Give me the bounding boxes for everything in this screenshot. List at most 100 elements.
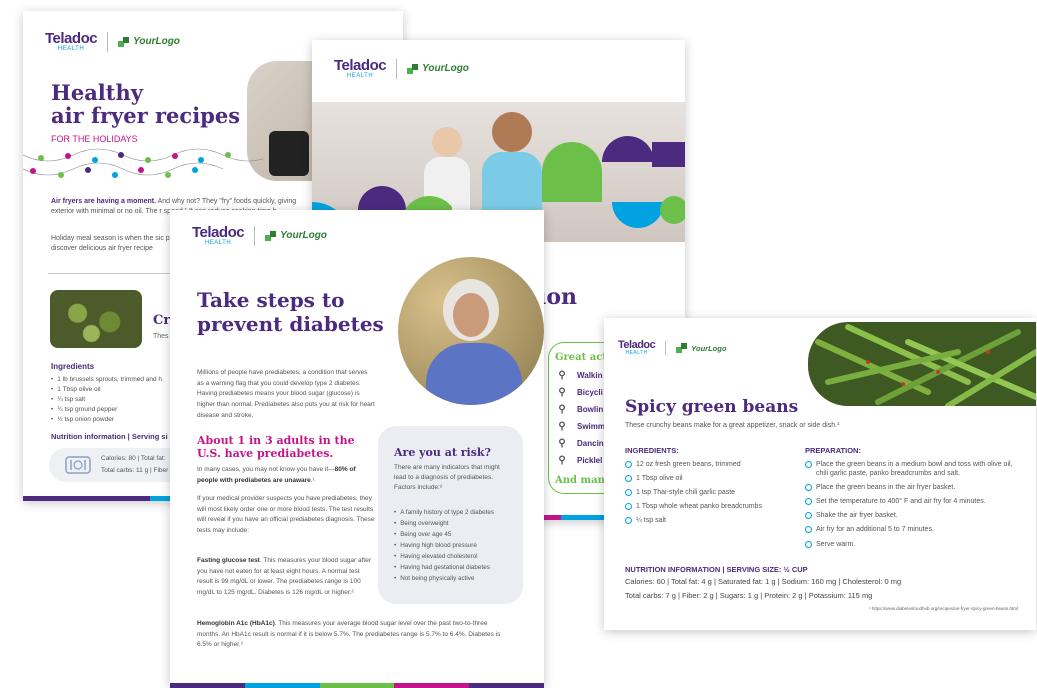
- prevent-diabetes-page: Teladoc HEALTH YourLogo Take steps to prev…: [170, 210, 544, 688]
- ingredients-list: 12 oz fresh green beans, trimmed 1 Tbsp o…: [625, 460, 805, 530]
- and-many-text: And many: [555, 475, 611, 486]
- yourlogo-mark-icon: [676, 343, 688, 353]
- preparation-step: Shake the air fryer basket.: [805, 511, 1015, 520]
- circle-bullet-icon: [805, 498, 812, 506]
- ingredients-heading: Ingredients: [51, 362, 95, 371]
- ingredient-item: ¼ tsp salt: [51, 395, 162, 405]
- risk-factors-list: A family history of type 2 diabetesBeing…: [394, 507, 519, 584]
- circle-bullet-icon: [625, 517, 632, 525]
- brand-header: Teladoc HEALTH YourLogo: [334, 58, 469, 79]
- ingredients-list: 1 lb brussels sprouts, trimmed and h1 Tb…: [51, 375, 162, 425]
- preparation-list: Place the green beans in a medium bowl a…: [805, 460, 1015, 554]
- nutrition-heading: Nutrition information | Serving si: [51, 432, 168, 441]
- page-subtitle: FOR THE HOLIDAYS: [51, 134, 138, 144]
- risk-heading: Are you at risk?: [394, 446, 491, 459]
- risk-factor-item: A family history of type 2 diabetes: [394, 507, 519, 518]
- circle-bullet-icon: [625, 489, 632, 497]
- circle-bullet-icon: [805, 526, 812, 534]
- yourlogo-logo: YourLogo: [118, 36, 180, 47]
- spicy-green-beans-page: Teladoc HEALTH YourLogo Spicy green beans…: [604, 318, 1036, 630]
- ingredient-item: ½ tsp onion powder: [51, 415, 162, 425]
- brand-header: Teladoc HEALTH YourLogo: [192, 225, 327, 246]
- bowling-icon: ⚲: [558, 404, 566, 415]
- risk-intro: There are many indicators that might lea…: [394, 464, 500, 492]
- activity-item: ⚲ Swimm: [555, 418, 605, 435]
- ingredient-item: 1 tsp Thai-style chili garlic paste: [625, 488, 805, 497]
- yourlogo-logo: YourLogo: [676, 343, 726, 353]
- bicycle-icon: ⚲: [558, 387, 566, 398]
- footer-color-bar: [170, 683, 544, 688]
- circle-bullet-icon: [805, 540, 812, 548]
- activity-item: ⚲ Picklel: [555, 452, 605, 469]
- nutrition-line-2: Total carbs: 11 g | Fiber: [101, 467, 169, 474]
- recipe-description: Thes: [153, 333, 169, 340]
- pickleball-icon: ⚲: [558, 455, 566, 466]
- teladoc-logo: Teladoc HEALTH: [45, 30, 98, 52]
- swimming-icon: ⚲: [558, 421, 566, 432]
- ingredient-item: ¼ tsp ground pepper: [51, 405, 162, 415]
- preparation-step: Place the green beans in a medium bowl a…: [805, 460, 1015, 478]
- risk-factor-item: Being overweight: [394, 518, 519, 529]
- page-title: Healthy air fryer recipes: [51, 80, 241, 129]
- recipe-subtitle: These crunchy beans make for a great app…: [625, 422, 840, 429]
- nutrition-line-1: Calories: 80 | Total fat:: [101, 455, 166, 462]
- plate-utensils-icon: [65, 456, 91, 474]
- activities-list: ⚲ Walkin ⚲ Bicycli ⚲ Bowlin ⚲ Swimm ⚲ Dancin ⚲ Pick…: [555, 367, 605, 469]
- stat-paragraph: In many cases, you may not know you have…: [197, 466, 356, 484]
- circle-bullet-icon: [625, 503, 632, 511]
- page-title: Take steps to prevent diabetes: [197, 288, 384, 336]
- preparation-step: Set the temperature to 400° F and air fr…: [805, 497, 1015, 506]
- risk-factor-item: Not being physically active: [394, 573, 519, 584]
- preparation-step: Air fry for an additional 5 to 7 minutes…: [805, 525, 1015, 534]
- circle-bullet-icon: [805, 484, 812, 492]
- preparation-heading: PREPARATION:: [805, 446, 861, 455]
- circle-bullet-icon: [805, 512, 812, 520]
- nutrition-line-2: Total carbs: 7 g | Fiber: 2 g | Sugars: …: [625, 591, 873, 600]
- nutrition-line-1: Calories: 60 | Total fat: 4 g | Saturate…: [625, 577, 902, 586]
- activity-item: ⚲ Bicycli: [555, 384, 605, 401]
- risk-box: Are you at risk? There are many indicato…: [378, 426, 523, 604]
- preparation-step: Serve warm.: [805, 540, 1015, 549]
- brand-header: Teladoc HEALTH YourLogo: [45, 31, 180, 52]
- yourlogo-mark-icon: [265, 230, 277, 241]
- circle-bullet-icon: [625, 475, 632, 483]
- yourlogo-mark-icon: [118, 36, 130, 47]
- dancing-icon: ⚲: [558, 438, 566, 449]
- yourlogo-logo: YourLogo: [265, 230, 327, 241]
- nutrition-heading: NUTRITION INFORMATION | SERVING SIZE: ½ …: [625, 565, 808, 574]
- ingredient-item: 1 Tbsp olive oil: [625, 474, 805, 483]
- walking-icon: ⚲: [558, 370, 566, 381]
- ingredient-item: 12 oz fresh green beans, trimmed: [625, 460, 805, 469]
- risk-factor-item: Having high blood pressure: [394, 540, 519, 551]
- yourlogo-mark-icon: [407, 63, 419, 74]
- teladoc-logo: Teladoc HEALTH: [192, 224, 245, 246]
- ingredients-heading: INGREDIENTS:: [625, 446, 679, 455]
- ingredient-item: ¼ tsp salt: [625, 516, 805, 525]
- activity-item: ⚲ Dancin: [555, 435, 605, 452]
- activity-item: ⚲ Walkin: [555, 367, 605, 384]
- preparation-step: Place the green beans in the air fryer b…: [805, 483, 1015, 492]
- circle-bullet-icon: [805, 461, 812, 468]
- risk-factor-item: Having had gestational diabetes: [394, 562, 519, 573]
- footnote: ¹ https://www.diabetesfoodhub.org/recipe…: [869, 606, 1018, 611]
- recipe-title: Spicy green beans: [625, 397, 799, 417]
- ingredient-item: 1 Tbsp olive oil: [51, 385, 162, 395]
- green-beans-photo: [808, 322, 1036, 406]
- holiday-garland: [23, 148, 263, 178]
- risk-factor-item: Being over age 45: [394, 529, 519, 540]
- ingredient-item: 1 lb brussels sprouts, trimmed and h: [51, 375, 162, 385]
- stat-heading: About 1 in 3 adults in the U.S. have pred…: [197, 434, 355, 461]
- circle-bullet-icon: [625, 461, 632, 468]
- fasting-glucose-paragraph: Fasting glucose test. This measures your…: [197, 557, 372, 597]
- risk-factor-item: Having elevated cholesterol: [394, 551, 519, 562]
- brand-header: Teladoc HEALTH YourLogo: [618, 340, 726, 356]
- teladoc-logo: Teladoc HEALTH: [334, 57, 387, 79]
- yourlogo-logo: YourLogo: [407, 63, 469, 74]
- woman-on-phone-photo: [398, 257, 544, 405]
- hba1c-paragraph: Hemoglobin A1c (HbA1c). This measures yo…: [197, 620, 501, 649]
- intro-paragraph: Millions of people have prediabetes, a c…: [197, 369, 375, 419]
- activity-item: ⚲ Bowlin: [555, 401, 605, 418]
- ingredient-item: 1 Tbsp whole wheat panko breadcrumbs: [625, 502, 805, 511]
- brussels-sprouts-photo: [50, 290, 142, 348]
- teladoc-logo: Teladoc HEALTH: [618, 339, 656, 356]
